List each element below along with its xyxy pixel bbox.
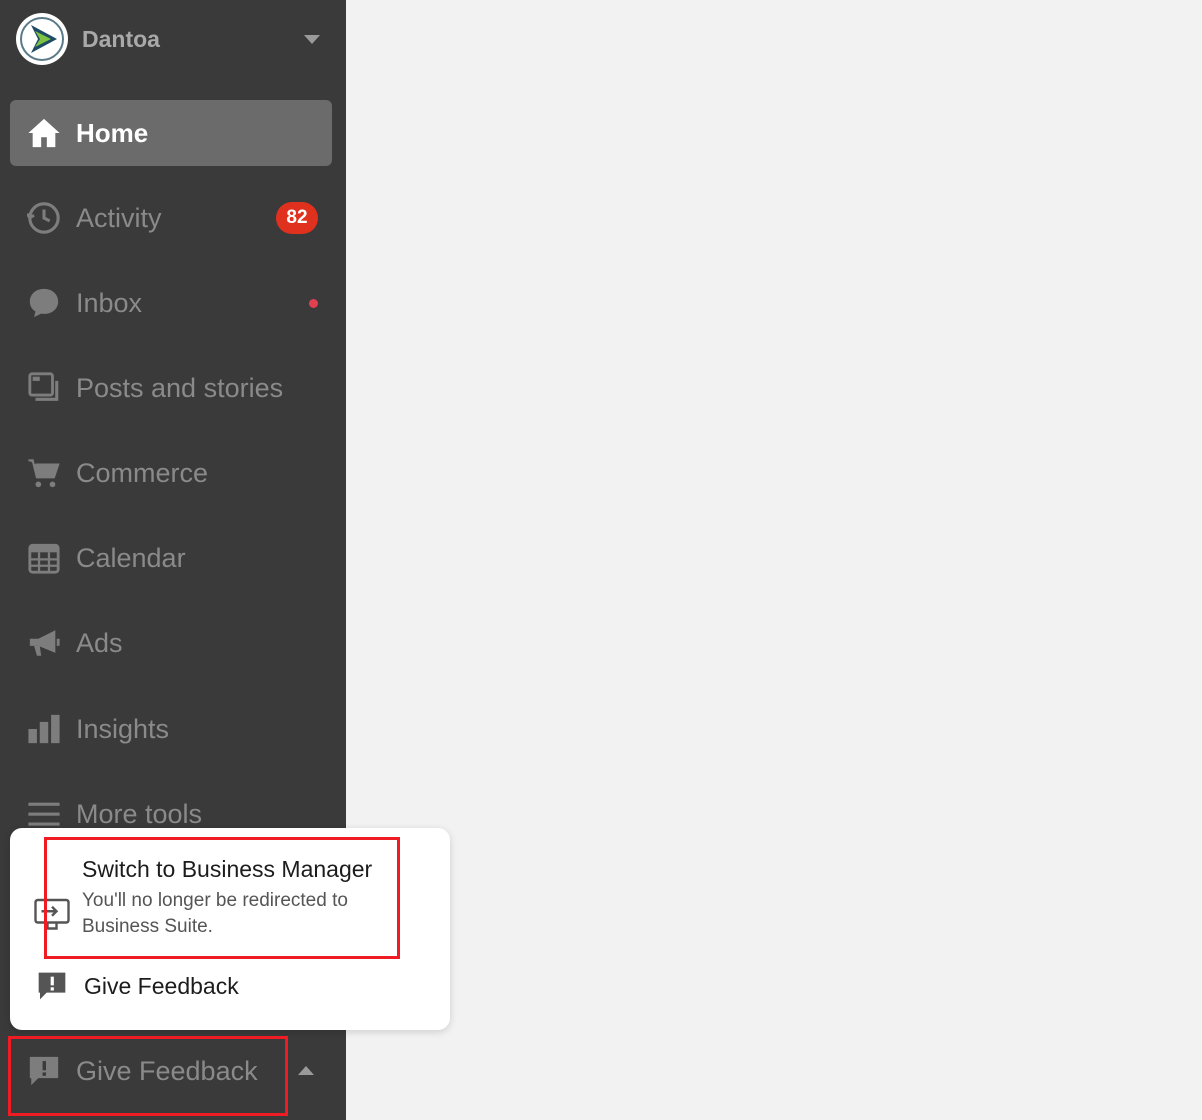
switch-title: Switch to Business Manager <box>82 856 373 882</box>
megaphone-icon <box>26 625 62 661</box>
footer-popup-menu: Switch to Business Manager You'll no lon… <box>10 828 450 1030</box>
nav-item-label: Activity <box>76 202 162 233</box>
nav-item-label: Insights <box>76 713 170 744</box>
account-switcher[interactable]: Dantoa <box>16 12 330 66</box>
footer-give-feedback[interactable]: Give Feedback <box>10 1038 332 1104</box>
chevron-up-icon[interactable] <box>298 1066 314 1075</box>
nav-item-insights[interactable]: Insights <box>10 696 332 762</box>
nav-item-label: Commerce <box>76 457 209 488</box>
nav-item-home[interactable]: Home <box>10 100 332 166</box>
cart-icon <box>26 455 62 491</box>
activity-icon <box>26 200 62 236</box>
page: Dantoa Home Activity 82 Inbox Posts and … <box>0 0 1202 1120</box>
nav-item-label: More tools <box>76 798 203 829</box>
notification-badge: 82 <box>276 202 318 234</box>
dantoa-logo-icon <box>16 13 68 65</box>
nav-item-label: Calendar <box>76 542 186 573</box>
inbox-icon <box>26 285 62 321</box>
nav-item-label: Home <box>76 117 149 148</box>
nav-item-posts-and-stories[interactable]: Posts and stories <box>10 355 332 421</box>
calendar-icon <box>26 540 62 576</box>
nav-item-commerce[interactable]: Commerce <box>10 440 332 506</box>
home-icon <box>26 115 62 151</box>
switch-desktop-icon <box>34 898 70 930</box>
unread-dot <box>309 298 318 308</box>
nav-item-label: Posts and stories <box>76 372 284 403</box>
feedback-icon <box>34 968 70 1004</box>
popup-give-feedback-item[interactable]: Give Feedback <box>30 964 430 1008</box>
chevron-down-icon[interactable] <box>304 34 320 44</box>
nav-item-inbox[interactable]: Inbox <box>10 270 332 336</box>
feedback-icon <box>26 1053 62 1089</box>
nav-item-activity[interactable]: Activity 82 <box>10 185 332 251</box>
switch-to-business-manager-item[interactable]: Switch to Business Manager You'll no lon… <box>30 848 430 958</box>
nav-item-calendar[interactable]: Calendar <box>10 525 332 591</box>
nav-item-label: Ads <box>76 627 123 658</box>
nav-item-label: Inbox <box>76 287 143 318</box>
bar-chart-icon <box>26 711 62 747</box>
posts-icon <box>26 370 62 406</box>
nav-item-label: Give Feedback <box>76 1055 258 1086</box>
switch-description: You'll no longer be redirected to Busine… <box>82 890 348 937</box>
account-name: Dantoa <box>82 25 160 52</box>
nav-item-ads[interactable]: Ads <box>10 610 332 676</box>
popup-feedback-label: Give Feedback <box>84 972 239 999</box>
menu-icon <box>26 796 62 832</box>
